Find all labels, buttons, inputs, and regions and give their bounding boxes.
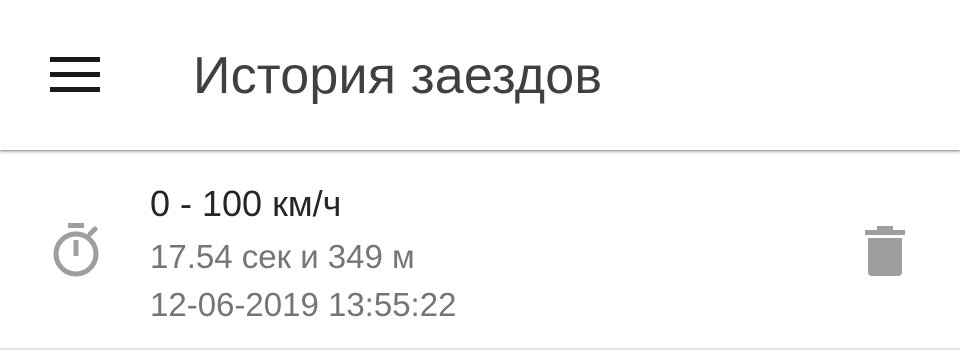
run-title: 0 - 100 км/ч	[150, 183, 342, 224]
delete-button[interactable]	[852, 214, 918, 290]
toolbar: История заездов	[0, 0, 960, 150]
history-list-item[interactable]: 0 - 100 км/ч 17.54 сек и 349 м 12-06-201…	[0, 150, 960, 350]
app-screen: История заездов 0 - 100 км/ч 17.54 сек и…	[0, 0, 960, 363]
run-result: 17.54 сек и 349 м	[150, 238, 415, 275]
history-list: 0 - 100 км/ч 17.54 сек и 349 м 12-06-201…	[0, 150, 960, 363]
menu-button[interactable]	[36, 43, 114, 107]
delete-icon	[865, 226, 905, 276]
list-divider	[0, 348, 960, 350]
page-title: История заездов	[193, 47, 603, 105]
hamburger-menu-icon	[50, 57, 100, 92]
timer-icon	[53, 223, 99, 277]
run-datetime: 12-06-2019 13:55:22	[150, 286, 457, 323]
